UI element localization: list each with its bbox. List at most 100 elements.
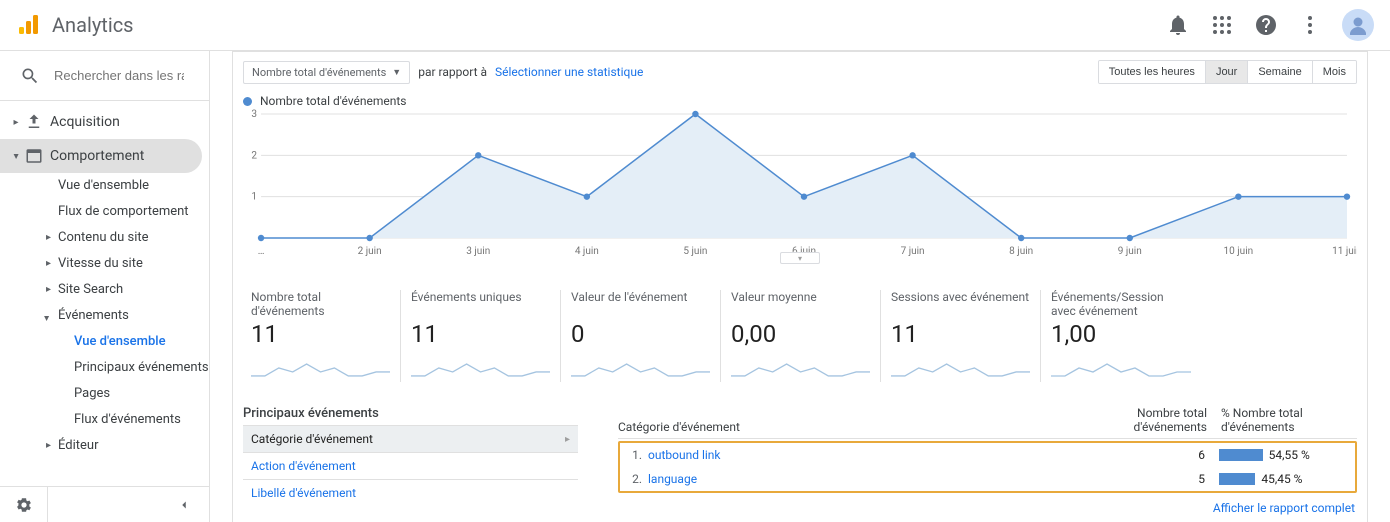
row-count: 5 <box>1075 472 1215 486</box>
dim-category[interactable]: Catégorie d'événement ▸ <box>243 425 578 452</box>
dimensions-panel: Principaux événements Catégorie d'événem… <box>243 406 578 515</box>
metric-label: Valeur de l'événement <box>571 290 710 318</box>
gran-week[interactable]: Semaine <box>1248 61 1312 83</box>
metric-card[interactable]: Événements uniques 11 <box>401 290 561 382</box>
sparkline <box>411 354 550 378</box>
svg-text:11 juin: 11 juin <box>1332 246 1357 257</box>
col-category: Catégorie d'événement <box>618 420 1077 434</box>
svg-text:8 juin: 8 juin <box>1009 246 1033 257</box>
caret-right-icon: ▸ <box>565 434 570 445</box>
help-icon[interactable] <box>1254 13 1278 37</box>
metric-label: Valeur moyenne <box>731 290 870 318</box>
sparkline <box>891 354 1030 378</box>
events-table: Catégorie d'événement Nombre total d'évé… <box>618 406 1357 515</box>
svg-text:10 juin: 10 juin <box>1224 246 1254 257</box>
metric-value: 1,00 <box>1051 320 1191 348</box>
category-link[interactable]: language <box>648 472 1075 486</box>
nav-acquisition[interactable]: ▸ Acquisition <box>0 105 202 139</box>
table-row: 2. language 5 45,45 % <box>620 467 1355 491</box>
granularity-segmented: Toutes les heures Jour Semaine Mois <box>1098 60 1357 84</box>
nav-events[interactable]: ▸Événements <box>0 303 209 329</box>
metric-label: Événements/Session avec événement <box>1051 290 1191 318</box>
chart-controls: Nombre total d'événements ▼ par rapport … <box>233 52 1367 92</box>
svg-text:…: … <box>258 246 265 257</box>
nav-comportement[interactable]: ▸ Comportement <box>0 139 202 173</box>
svg-text:2 juin: 2 juin <box>358 246 382 257</box>
gran-hourly[interactable]: Toutes les heures <box>1099 61 1206 83</box>
nav-editor[interactable]: ▸Éditeur <box>0 433 209 459</box>
svg-text:1: 1 <box>251 192 257 203</box>
metric-dropdown[interactable]: Nombre total d'événements ▼ <box>243 61 410 84</box>
metric-value: 0,00 <box>731 320 870 348</box>
metric-value: 11 <box>411 320 550 348</box>
row-index: 1. <box>620 448 648 462</box>
svg-text:7 juin: 7 juin <box>901 246 925 257</box>
table-header: Catégorie d'événement Nombre total d'évé… <box>618 406 1357 439</box>
nav: ▸ Acquisition ▸ Comportement Vue d'ensem… <box>0 101 209 486</box>
col-count[interactable]: Nombre total d'événements <box>1077 406 1217 434</box>
user-avatar[interactable] <box>1342 9 1374 41</box>
nav-site-search[interactable]: ▸Site Search <box>0 277 209 303</box>
legend-dot-icon <box>243 97 252 106</box>
sidebar-footer <box>0 486 209 522</box>
svg-text:2: 2 <box>251 150 257 161</box>
metric-card[interactable]: Sessions avec événement 11 <box>881 290 1041 382</box>
metric-card[interactable]: Valeur de l'événement 0 <box>561 290 721 382</box>
search-row[interactable] <box>0 51 209 101</box>
nav-events-pages[interactable]: Pages <box>0 381 209 407</box>
svg-text:5 juin: 5 juin <box>683 246 707 257</box>
app-title: Analytics <box>52 13 134 37</box>
more-vert-icon[interactable] <box>1298 13 1322 37</box>
compare-label: par rapport à <box>418 65 487 79</box>
nav-events-overview[interactable]: Vue d'ensemble <box>0 329 209 355</box>
settings-button[interactable] <box>0 487 48 522</box>
row-pct: 45,45 % <box>1215 472 1355 486</box>
gran-month[interactable]: Mois <box>1313 61 1356 83</box>
row-count: 6 <box>1075 448 1215 462</box>
metrics-row: Nombre total d'événements 11 Événements … <box>233 274 1367 382</box>
gran-day[interactable]: Jour <box>1206 61 1248 83</box>
metric-value: 0 <box>571 320 710 348</box>
metric-card[interactable]: Nombre total d'événements 11 <box>241 290 401 382</box>
sparkline <box>251 354 390 378</box>
apps-icon[interactable] <box>1210 13 1234 37</box>
search-input[interactable] <box>54 68 184 83</box>
metric-value: 11 <box>251 320 390 348</box>
app-header: Analytics <box>0 0 1390 51</box>
collapse-sidebar-button[interactable] <box>48 498 209 512</box>
row-pct: 54,55 % <box>1215 448 1355 462</box>
dimensions-title: Principaux événements <box>243 406 578 421</box>
chart-legend: Nombre total d'événements <box>233 92 1367 108</box>
metric-card[interactable]: Valeur moyenne 0,00 <box>721 290 881 382</box>
metric-label: Événements uniques <box>411 290 550 318</box>
dim-label[interactable]: Libellé d'événement <box>243 479 578 506</box>
nav-events-flow[interactable]: Flux d'événements <box>0 407 209 433</box>
nav-events-top[interactable]: Principaux événements <box>0 355 209 381</box>
col-pct: % Nombre total d'événements <box>1217 406 1357 434</box>
nav-site-speed[interactable]: ▸Vitesse du site <box>0 251 209 277</box>
nav-behaviour-flow[interactable]: Flux de comportement <box>0 199 209 225</box>
select-stat-link[interactable]: Sélectionner une statistique <box>495 65 643 79</box>
caret-down-icon: ▼ <box>392 67 401 78</box>
chart-resize-handle[interactable]: ▾ <box>780 252 820 264</box>
legend-label: Nombre total d'événements <box>260 94 407 108</box>
search-icon <box>20 66 40 86</box>
metric-card[interactable]: Événements/Session avec événement 1,00 <box>1041 290 1201 382</box>
sparkline <box>1051 354 1191 378</box>
nav-overview[interactable]: Vue d'ensemble <box>0 173 209 199</box>
line-chart: 123…2 juin3 juin4 juin5 juin6 juin7 juin… <box>233 108 1367 258</box>
svg-text:3 juin: 3 juin <box>466 246 490 257</box>
behaviour-icon <box>22 147 46 165</box>
nav-site-content[interactable]: ▸Contenu du site <box>0 225 209 251</box>
category-link[interactable]: outbound link <box>648 448 1075 462</box>
sparkline <box>571 354 710 378</box>
metric-label: Nombre total d'événements <box>251 290 390 318</box>
table-row: 1. outbound link 6 54,55 % <box>620 443 1355 467</box>
full-report-link[interactable]: Afficher le rapport complet <box>618 501 1357 515</box>
notifications-icon[interactable] <box>1166 13 1190 37</box>
svg-text:3: 3 <box>251 109 257 120</box>
row-index: 2. <box>620 472 648 486</box>
main-content: Nombre total d'événements ▼ par rapport … <box>210 51 1390 522</box>
sidebar: ▸ Acquisition ▸ Comportement Vue d'ensem… <box>0 51 210 522</box>
dim-action[interactable]: Action d'événement <box>243 452 578 479</box>
